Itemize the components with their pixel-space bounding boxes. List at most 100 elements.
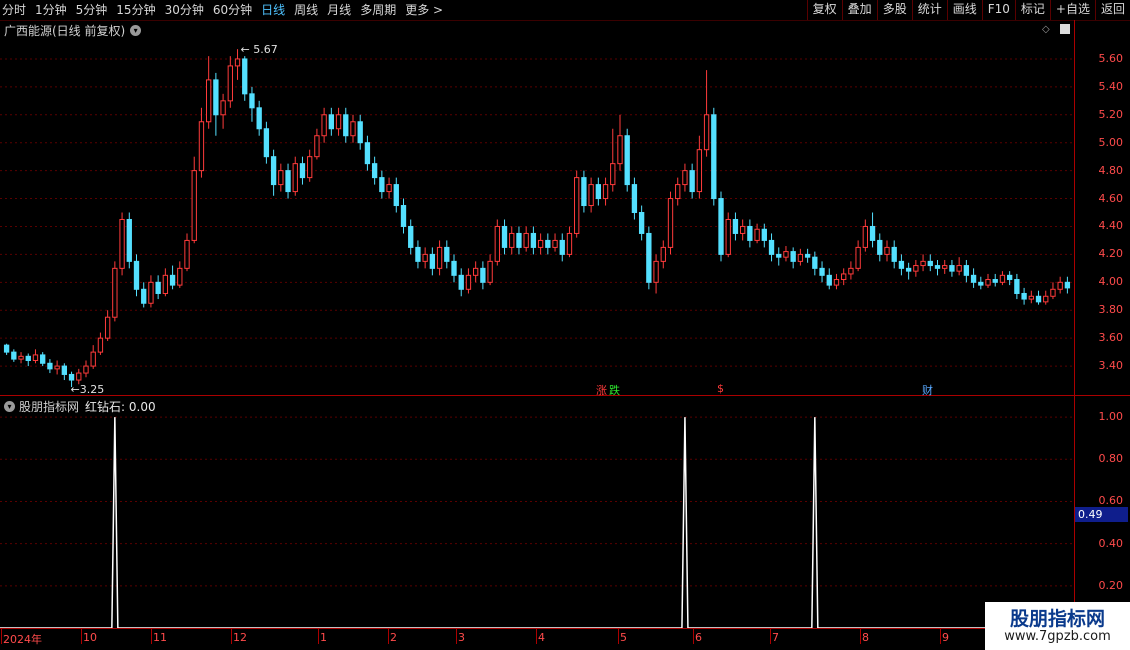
- candle-body: [32, 354, 39, 361]
- candle-body: [877, 239, 883, 255]
- date-tick: [618, 628, 619, 644]
- candle-body: [112, 267, 118, 318]
- toolbar-button-7[interactable]: +自选: [1049, 0, 1095, 20]
- candle: [314, 128, 320, 160]
- candle-body: [646, 232, 652, 283]
- candle: [545, 233, 551, 255]
- candle: [487, 254, 493, 286]
- candle: [343, 107, 349, 143]
- square-icon[interactable]: [1060, 24, 1070, 34]
- candle-body: [249, 93, 255, 109]
- event-marker[interactable]: 财: [922, 382, 933, 398]
- chevron-down-icon[interactable]: ▾: [130, 25, 142, 36]
- diamond-icon[interactable]: ◇: [1042, 24, 1050, 35]
- event-marker[interactable]: $: [717, 382, 724, 395]
- price-tick-label: 5.00: [1098, 135, 1124, 149]
- candle-body: [523, 232, 529, 248]
- period-tab-0[interactable]: 分时: [2, 0, 26, 20]
- candle: [956, 257, 962, 276]
- date-tick: [860, 628, 861, 644]
- candle-body: [242, 58, 248, 95]
- indicator-chart[interactable]: [0, 396, 1074, 628]
- period-tab-3[interactable]: 15分钟: [116, 0, 155, 20]
- candle: [646, 226, 652, 290]
- candle-body: [393, 184, 399, 207]
- event-marker[interactable]: 涨: [596, 382, 607, 398]
- candle-body: [494, 225, 500, 262]
- candle-body: [501, 225, 508, 248]
- candle: [379, 170, 385, 199]
- event-marker[interactable]: 跌: [609, 382, 620, 398]
- toolbar-button-4[interactable]: 画线: [946, 0, 982, 20]
- toolbar-button-6[interactable]: 标记: [1014, 0, 1050, 20]
- candle: [588, 177, 594, 213]
- candle-body: [328, 114, 335, 130]
- toolbar-button-5[interactable]: F10: [981, 0, 1015, 20]
- period-tab-6[interactable]: 日线: [261, 0, 285, 20]
- candle: [718, 191, 724, 262]
- candle-body: [270, 156, 277, 186]
- candle: [32, 349, 39, 364]
- toolbar-button-1[interactable]: 叠加: [841, 0, 877, 20]
- candle-body: [631, 184, 638, 214]
- candle-body: [905, 267, 912, 272]
- candle: [530, 226, 537, 255]
- candle: [689, 163, 695, 199]
- price-axis: 5.60 5.40 5.20 5.00 4.80 4.60 4.40 4.20 4.00 3.80…: [1074, 20, 1130, 396]
- date-tick: [456, 628, 457, 644]
- candle-body: [602, 184, 609, 200]
- candle-body: [927, 260, 933, 267]
- period-tab-4[interactable]: 30分钟: [165, 0, 204, 20]
- period-tab-5[interactable]: 60分钟: [213, 0, 252, 20]
- candle: [422, 247, 428, 269]
- candle: [436, 240, 443, 276]
- candle-body: [213, 79, 219, 116]
- candle-body: [184, 239, 190, 269]
- candle-body: [725, 218, 731, 255]
- candle-body: [667, 198, 674, 248]
- candle-body: [812, 256, 818, 269]
- candle-body: [855, 246, 861, 269]
- candle: [415, 240, 421, 269]
- candle-body: [104, 316, 111, 339]
- candlestick-chart[interactable]: ← 5.67 ←3.25: [0, 38, 1074, 394]
- candle: [682, 163, 688, 192]
- candle: [617, 114, 623, 171]
- date-tick-label: 8: [862, 631, 869, 644]
- price-tick-label: 4.40: [1098, 219, 1124, 233]
- date-tick: [231, 628, 232, 644]
- period-tab-10[interactable]: 更多 >: [405, 0, 443, 20]
- candle-body: [833, 279, 840, 286]
- candle-body: [718, 198, 724, 255]
- candle: [978, 276, 984, 290]
- date-tick-label: 9: [942, 631, 949, 644]
- period-tab-7[interactable]: 周线: [294, 0, 318, 20]
- candle-body: [739, 225, 746, 234]
- toolbar-button-2[interactable]: 多股: [876, 0, 912, 20]
- candle-body: [559, 239, 565, 255]
- toolbar-button-3[interactable]: 统计: [911, 0, 947, 20]
- candle: [112, 261, 118, 322]
- candle: [797, 248, 804, 266]
- candle-body: [566, 232, 573, 255]
- period-tab-2[interactable]: 5分钟: [76, 0, 108, 20]
- candle: [1043, 290, 1049, 305]
- candle-body: [177, 267, 183, 286]
- indicator-tick-label: 0.80: [1098, 452, 1124, 466]
- candle-body: [415, 246, 421, 262]
- candle: [494, 219, 500, 266]
- candle-body: [141, 288, 147, 304]
- period-tab-1[interactable]: 1分钟: [35, 0, 67, 20]
- candle: [624, 128, 630, 192]
- candle-body: [841, 273, 847, 281]
- candle-body: [68, 373, 75, 381]
- candle-body: [552, 239, 558, 248]
- candle-body: [119, 218, 125, 269]
- toolbar-button-8[interactable]: 返回: [1094, 0, 1130, 20]
- candle: [54, 360, 60, 375]
- toolbar-button-0[interactable]: 复权: [806, 0, 842, 20]
- period-tab-9[interactable]: 多周期: [360, 0, 396, 20]
- period-tab-8[interactable]: 月线: [327, 0, 351, 20]
- candle: [949, 259, 955, 277]
- date-tick: [81, 628, 82, 644]
